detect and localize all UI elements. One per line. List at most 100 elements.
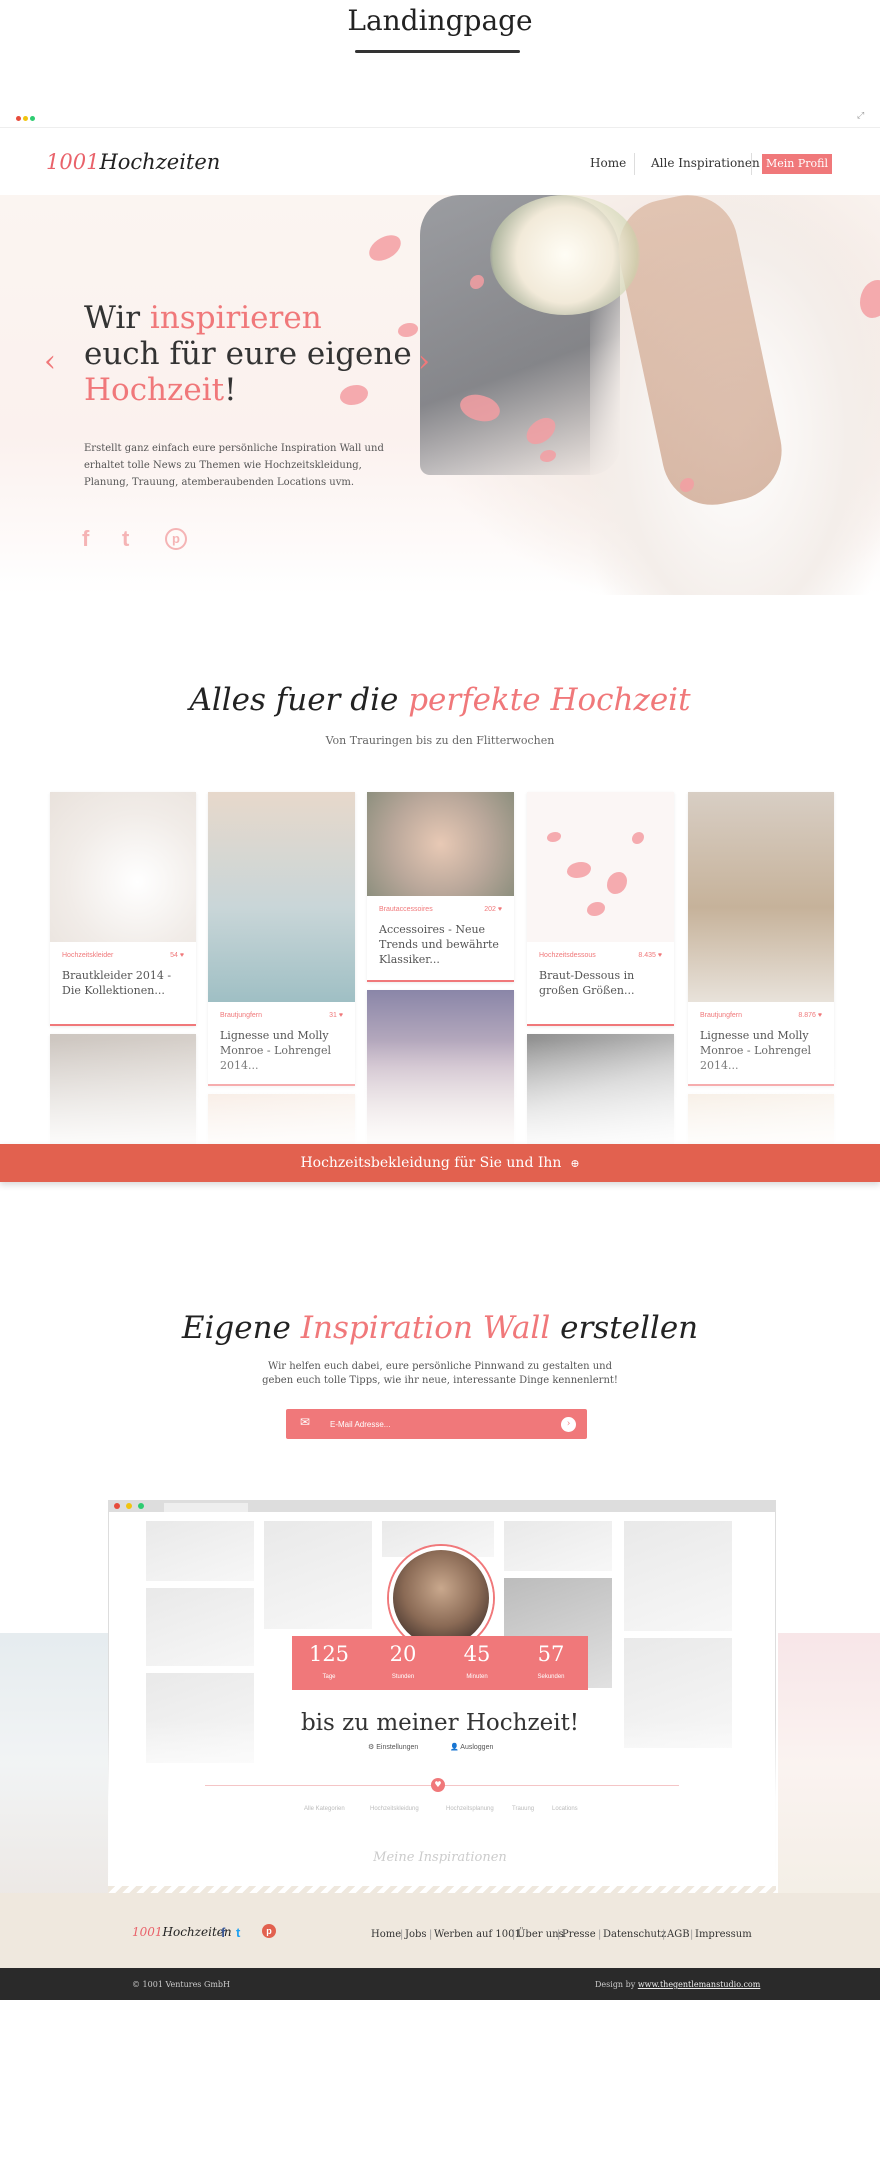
heart-icon[interactable]: ♥ (339, 1012, 343, 1019)
wall-tile (504, 1521, 612, 1571)
card-title[interactable]: Accessoires - Neue Trends und bewährte K… (379, 922, 501, 967)
window-minimize-dot[interactable] (23, 116, 28, 121)
footer-separator: | (598, 1929, 602, 1940)
card-accent-bar (527, 1024, 674, 1026)
countdown-value: 125 (308, 1642, 350, 1666)
hero-headline: Wir inspirieren euch für eure eigene Hoc… (84, 300, 412, 408)
hero-prev-arrow[interactable]: ‹ (44, 344, 56, 379)
mock-tab-planning[interactable]: Hochzeitsplanung (446, 1806, 494, 1812)
inspiration-card[interactable]: Hochzeitskleider 54 ♥ Brautkleider 2014 … (50, 792, 196, 1026)
section-title-a: Eigene (181, 1310, 301, 1346)
title-underline (355, 50, 520, 53)
nav-inspirations[interactable]: Alle Inspirationen (651, 156, 760, 170)
card-category: Brautjungfern (700, 1012, 743, 1019)
petal-decoration (547, 832, 561, 842)
card-like-count: 31 ♥ (329, 1012, 343, 1019)
pinterest-icon[interactable]: p (262, 1924, 276, 1938)
profile-avatar[interactable] (389, 1546, 493, 1650)
hero-line3-b: ! (224, 372, 237, 408)
petal-decoration (632, 832, 644, 844)
card-title[interactable]: Braut-Dessous in großen Größen... (539, 968, 661, 998)
card-count-value: 8.435 (638, 952, 656, 959)
card-title[interactable]: Brautkleider 2014 - Die Kollektionen... (62, 968, 184, 998)
footer-link-advertise[interactable]: Werben auf 1001 (434, 1929, 521, 1940)
design-credit-prefix: Design by (595, 1980, 638, 1989)
inspiration-card[interactable]: Hochzeitsdessous 8.435 ♥ Braut-Dessous i… (527, 792, 674, 1026)
browser-bar (0, 104, 880, 128)
section-subtitle: Von Trauringen bis zu den Flitterwochen (325, 734, 555, 747)
banner-arrow-icon: ⊕ (570, 1157, 580, 1170)
window-maximize-dot[interactable] (30, 116, 35, 121)
footer-link-privacy[interactable]: Datenschutz (603, 1929, 666, 1940)
logo-number: 1001 (132, 1925, 163, 1939)
hero-next-arrow[interactable]: › (418, 344, 430, 379)
footer-link-imprint[interactable]: Impressum (695, 1929, 752, 1940)
countdown-days: 125 Tage (292, 1636, 366, 1690)
countdown-value: 57 (537, 1642, 565, 1666)
facebook-icon[interactable]: f (82, 526, 89, 552)
category-banner[interactable]: Hochzeitsbekleidung für Sie und Ihn ⊕ (0, 1144, 880, 1182)
footer-separator: | (690, 1929, 694, 1940)
twitter-icon[interactable]: t (236, 1925, 240, 1940)
footer-separator: | (512, 1929, 516, 1940)
hero-bouquet (490, 195, 640, 315)
heart-icon[interactable]: ♥ (498, 906, 502, 913)
countdown-label: Stunden (391, 1674, 415, 1680)
countdown-seconds: 57 Sekunden (514, 1636, 588, 1690)
footer-link-press[interactable]: Presse (562, 1929, 596, 1940)
mockup-close-dot (114, 1503, 120, 1509)
heart-icon[interactable]: ♥ (658, 952, 662, 959)
wall-tile (146, 1588, 254, 1666)
countdown-label: Sekunden (537, 1674, 565, 1680)
site-logo[interactable]: 1001Hochzeiten (46, 150, 220, 174)
mock-tab-clothing[interactable]: Hochzeitskleidung (370, 1806, 419, 1812)
card-accent-bar (50, 1024, 196, 1026)
mock-tab-all[interactable]: Alle Kategorien (304, 1806, 345, 1812)
design-credit: Design by www.thegentlemanstudio.com (595, 1980, 760, 1989)
footer-link-terms[interactable]: AGB (667, 1929, 690, 1940)
facebook-icon[interactable]: f (221, 1925, 225, 1940)
mockup-browser-tab (164, 1503, 248, 1512)
section-title: Alles fuer die perfekte Hochzeit (0, 682, 880, 718)
fullscreen-icon[interactable]: ⤢ (857, 110, 864, 121)
card-count-value: 54 (170, 952, 178, 959)
email-input[interactable] (330, 1413, 550, 1435)
pinterest-icon[interactable]: p (165, 528, 187, 550)
wall-tile (146, 1521, 254, 1581)
twitter-icon[interactable]: t (122, 526, 129, 552)
wall-tile (624, 1521, 732, 1631)
section-title-b: Inspiration Wall (300, 1310, 551, 1346)
countdown-minutes: 45 Minuten (440, 1636, 514, 1690)
footer-separator: | (429, 1929, 433, 1940)
mail-icon: ✉ (300, 1415, 311, 1429)
footer-link-jobs[interactable]: Jobs (405, 1929, 427, 1940)
settings-link[interactable]: ⚙ Einstellungen (368, 1743, 418, 1751)
window-close-dot[interactable] (16, 116, 21, 121)
inspiration-card[interactable]: Brautaccessoires 202 ♥ Accessoires - Neu… (367, 792, 514, 982)
footer-separator: | (662, 1929, 666, 1940)
nav-home[interactable]: Home (590, 156, 626, 170)
submit-arrow-button[interactable]: › (561, 1417, 576, 1432)
mock-tab-locations[interactable]: Locations (552, 1806, 578, 1812)
mock-tab-ceremony[interactable]: Trauung (512, 1806, 534, 1812)
card-like-count: 54 ♥ (170, 952, 184, 959)
petal-decoration (567, 862, 591, 878)
heart-icon[interactable]: ♥ (180, 952, 184, 959)
section-subtitle: Wir helfen euch dabei, eure persönliche … (262, 1361, 618, 1386)
footer-logo[interactable]: 1001Hochzeiten (132, 1925, 232, 1939)
card-category: Hochzeitskleider (62, 952, 114, 959)
logout-link[interactable]: 👤 Ausloggen (450, 1743, 493, 1751)
section-title-b: perfekte Hochzeit (408, 682, 691, 718)
logo-number: 1001 (46, 150, 100, 174)
mockup-fade-overlay (108, 1720, 776, 1893)
nav-profile-button[interactable]: Mein Profil (762, 154, 832, 174)
card-image (50, 792, 196, 942)
heart-icon[interactable]: ♥ (818, 1012, 822, 1019)
mockup-maximize-dot (138, 1503, 144, 1509)
card-count-value: 202 (484, 906, 496, 913)
section-title-a: Alles fuer die (189, 682, 409, 718)
footer-link-home[interactable]: Home (371, 1929, 401, 1940)
design-credit-link[interactable]: www.thegentlemanstudio.com (638, 1980, 761, 1989)
petal-decoration (587, 902, 605, 916)
footer-separator: | (557, 1929, 561, 1940)
